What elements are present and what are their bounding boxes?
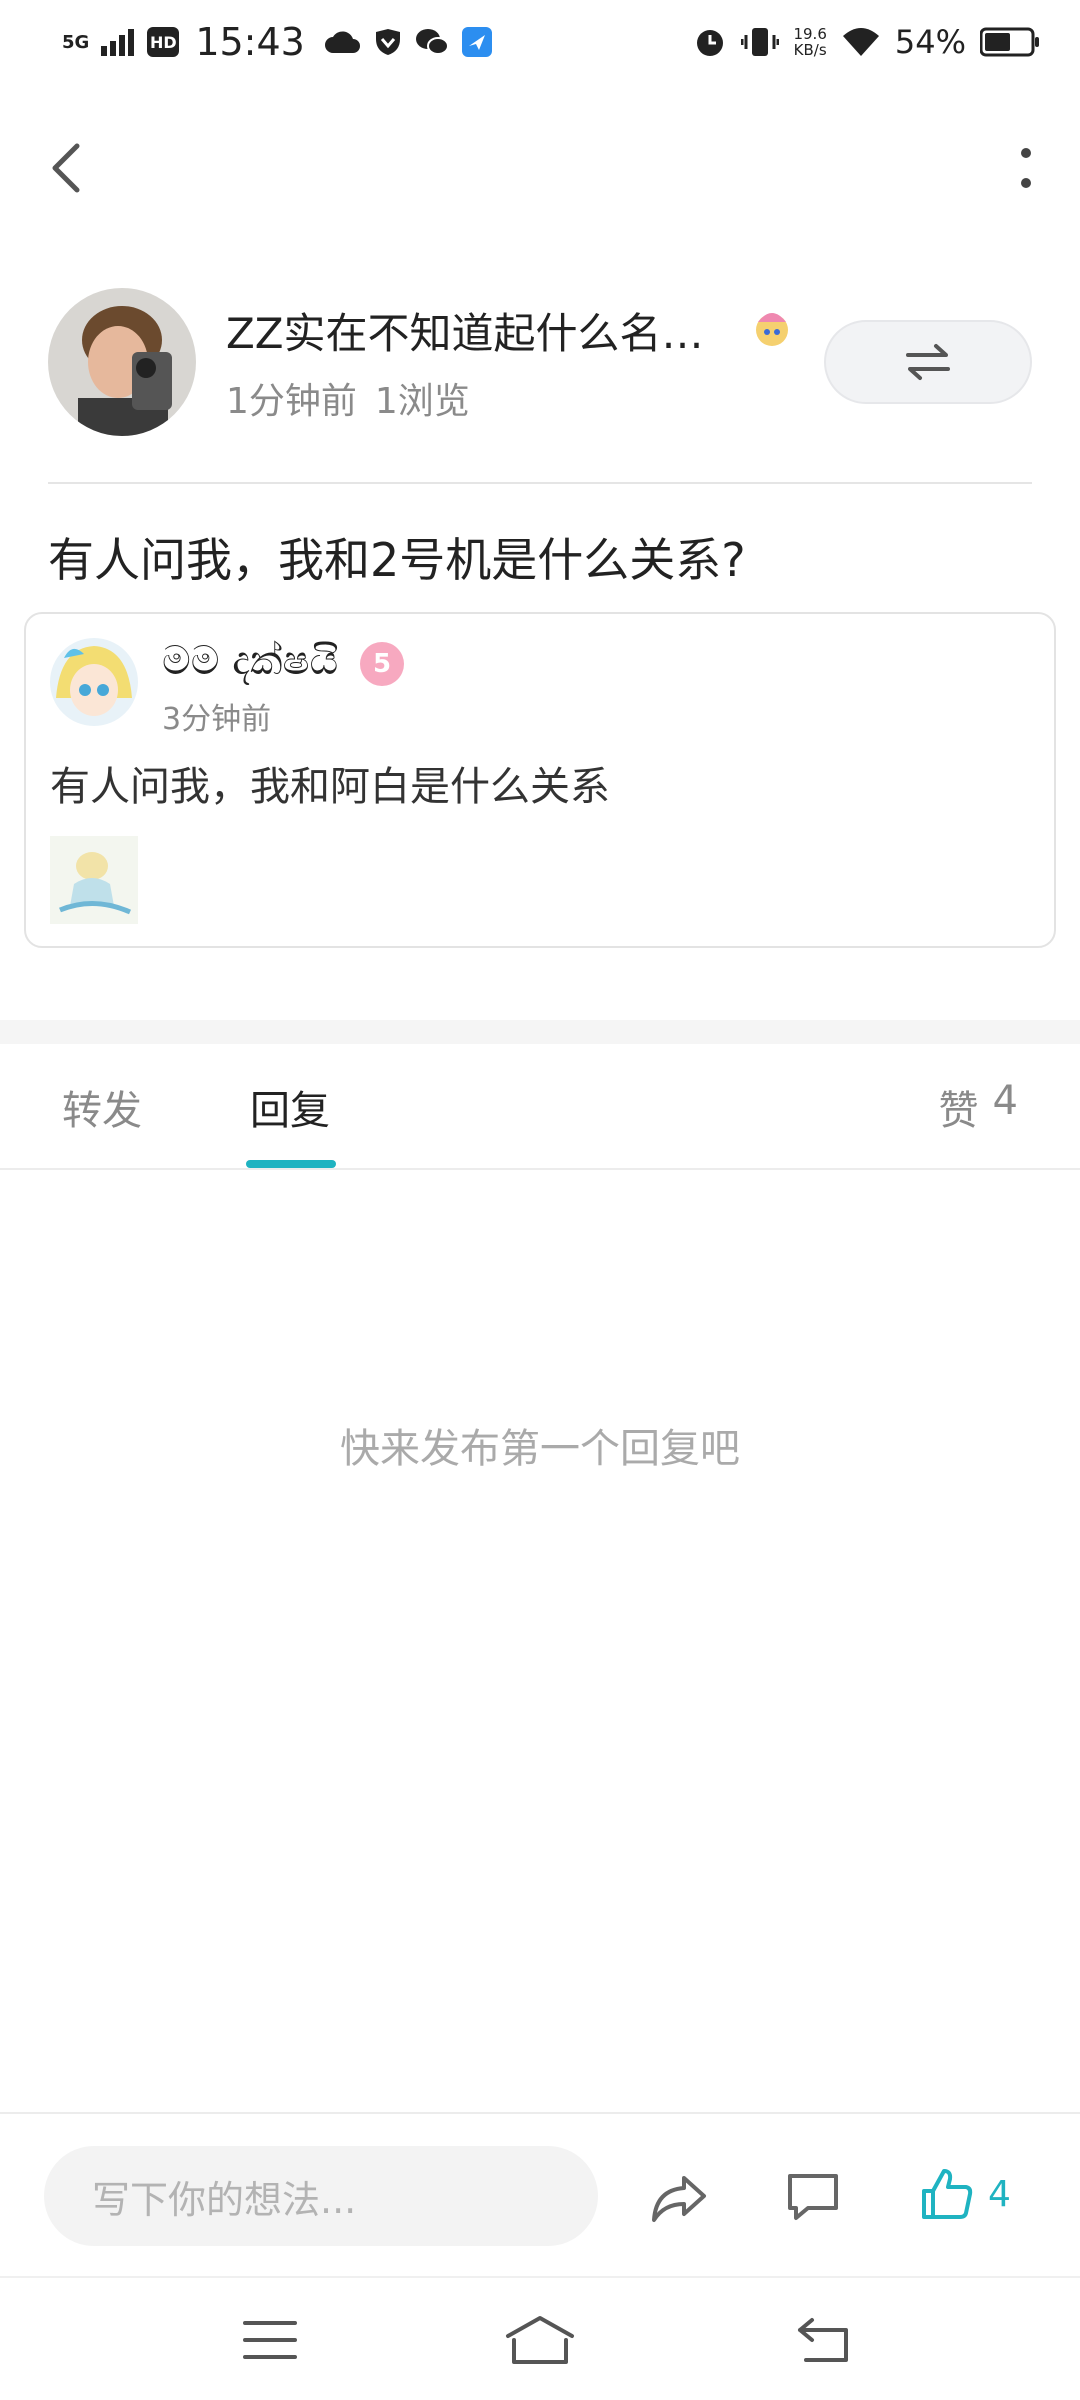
back-chevron-icon [52, 143, 80, 193]
post-time: 1分钟前 [226, 381, 357, 422]
more-vertical-icon [1021, 148, 1031, 188]
author-avatar[interactable] [48, 288, 196, 436]
shield-icon [375, 29, 400, 55]
post-meta: 1分钟前 1浏览 [226, 372, 470, 424]
quoted-post-content: 有人问我，我和阿白是什么关系 [50, 764, 610, 810]
repost-switch-button[interactable] [824, 320, 1032, 404]
more-options-button[interactable] [1006, 138, 1046, 198]
like-count: 4 [988, 2173, 1011, 2215]
tab-bar: 转发 回复 赞 4 [0, 1044, 1080, 1170]
tab-replies[interactable]: 回复 [250, 1078, 330, 1136]
quoted-post-time: 3分钟前 [162, 702, 272, 737]
post-content: 有人问我，我和2号机是什么关系? [48, 533, 746, 587]
back-arrow-icon [798, 2318, 848, 2362]
like-button[interactable]: 4 [920, 2158, 1040, 2230]
level-badge: 5 [360, 642, 404, 686]
system-back-button[interactable] [784, 2304, 864, 2376]
wifi-icon [842, 28, 879, 56]
recent-apps-button[interactable] [230, 2304, 310, 2376]
tab-likes[interactable]: 赞 4 [939, 1078, 1018, 1136]
quoted-author-avatar[interactable] [50, 638, 138, 726]
tab-likes-label: 赞 [938, 1088, 979, 1134]
share-arrow-icon [652, 2176, 706, 2222]
cloud-icon [324, 31, 360, 53]
quoted-post-image[interactable] [50, 836, 138, 924]
tab-repost[interactable]: 转发 [62, 1078, 142, 1136]
menu-lines-icon [243, 2321, 297, 2359]
system-nav-bar [0, 2276, 1080, 2400]
tab-likes-count: 4 [992, 1078, 1018, 1124]
app-notification-icon [461, 27, 492, 57]
post-author-header: ZZ实在不知道起什么名… 1分钟前 1浏览 [48, 288, 1032, 438]
divider [48, 482, 1032, 484]
status-bar: 5G HD 15:43 19.6 KB/s 54% [0, 0, 1080, 84]
battery-icon [980, 27, 1039, 57]
home-icon [506, 2316, 574, 2364]
empty-replies-hint: 快来发布第一个回复吧 [340, 1426, 740, 1472]
battery-percent: 54% [894, 23, 966, 61]
comment-input[interactable]: 写下你的想法... [44, 2146, 598, 2246]
post-views: 1浏览 [374, 381, 470, 422]
hd-icon: HD [147, 27, 180, 57]
net-speed: 19.6 KB/s [793, 25, 827, 59]
top-nav [0, 120, 1080, 216]
comment-button[interactable] [780, 2164, 846, 2230]
thumbs-up-icon [922, 2169, 973, 2219]
home-button[interactable] [500, 2304, 580, 2376]
bottom-action-bar: 写下你的想法... 4 [0, 2112, 1080, 2276]
signal-icon [101, 29, 135, 56]
wechat-icon [415, 29, 449, 55]
share-button[interactable] [646, 2164, 712, 2230]
section-separator [0, 1020, 1080, 1044]
vibrate-icon [741, 28, 780, 56]
active-tab-indicator [246, 1160, 336, 1168]
author-badge-icon [748, 302, 796, 350]
clock: 15:43 [195, 20, 305, 64]
author-name[interactable]: ZZ实在不知道起什么名… [226, 300, 704, 361]
back-button[interactable] [40, 138, 90, 198]
network-type: 5G [62, 31, 90, 53]
alarm-icon [697, 30, 724, 56]
comment-bubble-icon [788, 2174, 838, 2220]
quoted-author-name[interactable]: මම දක්ෂයි [162, 638, 338, 684]
swap-arrows-icon [906, 344, 950, 380]
quoted-post-card[interactable]: මම දක්ෂයි 5 3分钟前 有人问我，我和阿白是什么关系 [24, 612, 1056, 948]
